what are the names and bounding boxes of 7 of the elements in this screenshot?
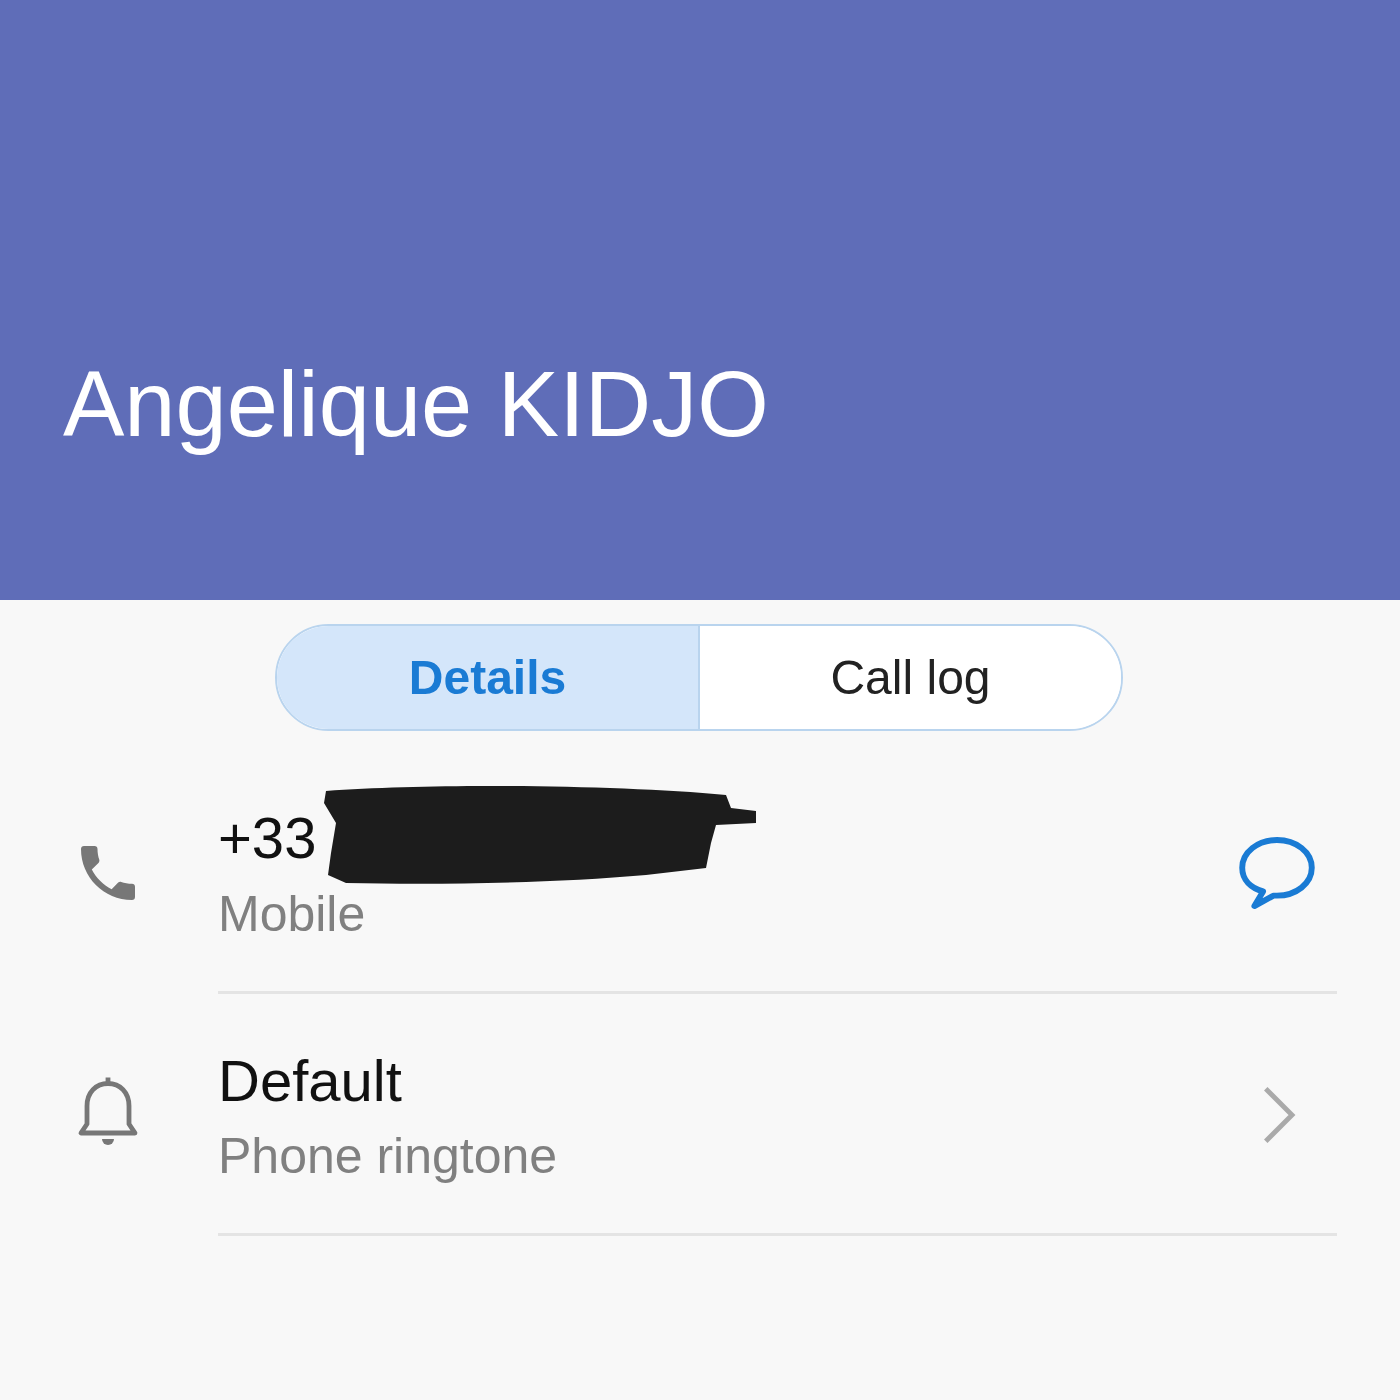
phone-number: +33: [218, 804, 317, 871]
contact-name: Angelique KIDJO: [63, 352, 769, 457]
number-type: Mobile: [218, 884, 367, 943]
list-row[interactable]: Default Phone ringtone: [0, 994, 1337, 1236]
ringtone-name: Default: [218, 1046, 402, 1114]
ringtone-label: Phone ringtone: [218, 1127, 559, 1185]
list-row[interactable]: +33 Mobile: [0, 751, 1337, 994]
